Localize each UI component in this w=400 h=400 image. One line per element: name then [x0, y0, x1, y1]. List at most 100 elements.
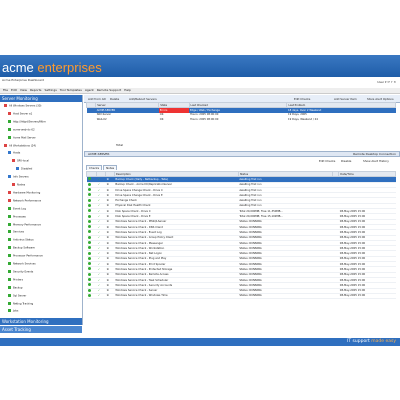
menu-item-reports[interactable]: Reports: [30, 88, 42, 93]
add-server-item-button[interactable]: Add Server Item: [334, 97, 357, 101]
sidebar-tree-item[interactable]: SRV-local: [12, 159, 29, 163]
brand-logo: acme enterprises: [2, 60, 102, 75]
tree-item-label: Printers: [13, 278, 23, 282]
tree-item-label: Processes: [13, 215, 26, 219]
window-controls[interactable]: User ▾ ⟳ ? ✕: [377, 80, 396, 84]
menu-item-agent[interactable]: Agent: [85, 88, 94, 93]
details-link-edit-checks[interactable]: Edit Checks: [319, 159, 335, 163]
sidebar-tree-item[interactable]: All Windows Servers (30): [4, 104, 41, 108]
tree-item-label: Event Log: [13, 207, 26, 211]
check-status-icon: [87, 219, 91, 223]
status-icon: [8, 127, 11, 131]
sidebar-tree-item[interactable]: Security Events: [8, 269, 34, 274]
sidebar-tree-item[interactable]: Memory Performance: [8, 222, 41, 226]
tree-item-label: SRV-local: [17, 159, 29, 163]
details-tabs: Checks Notes: [86, 165, 118, 170]
delete-button[interactable]: Delete: [110, 97, 119, 101]
menu-item-remote-support[interactable]: Remote Support: [97, 88, 121, 93]
tree-item-label: Host Server a1: [13, 112, 33, 116]
status-icon: [8, 111, 11, 115]
check-status-icon: [87, 182, 91, 186]
sidebar-tree-item[interactable]: Netlog Tracking: [8, 301, 33, 305]
sidebar-header[interactable]: Server Monitoring: [0, 95, 82, 102]
status-icon: [8, 198, 11, 202]
check-status-icon: [87, 272, 91, 276]
status-icon: [12, 183, 15, 186]
tab-checks[interactable]: Checks: [86, 165, 103, 170]
menu-item-tool-templates[interactable]: Tool Templates: [60, 88, 82, 93]
sidebar-tree-item[interactable]: Network Performance: [8, 198, 42, 203]
status-icon: [8, 301, 11, 305]
sidebar-tree-item[interactable]: Services: [8, 230, 24, 234]
status-icon: [8, 262, 11, 265]
check-status-icon: [87, 267, 91, 271]
sidebar-tree-item[interactable]: All Workstations (24): [4, 143, 37, 147]
sidebar-tree-item[interactable]: Disabled: [16, 167, 32, 171]
sidebar-tree-item[interactable]: Processor Performance: [8, 254, 43, 258]
sidebar-workstation-monitoring[interactable]: Workstation Monitoring: [0, 318, 82, 325]
table-cell: 19 Days, Weekend / 24: [287, 117, 318, 121]
sidebar-asset-tracking[interactable]: Asset Tracking: [0, 326, 82, 333]
status-icon: [8, 206, 11, 210]
edit-checks-button[interactable]: Edit Checks: [294, 97, 310, 101]
sidebar-tree-item[interactable]: Host Server a1: [8, 111, 33, 116]
sidebar-tree-item[interactable]: Network Services: [8, 262, 36, 266]
tree-item-label: http://httpd/Servers/Ntlm: [13, 120, 46, 124]
details-link-disable[interactable]: Disable: [341, 159, 351, 163]
menu-item-edit[interactable]: Edit: [11, 88, 17, 93]
tree-item-label: All Windows Servers (30): [9, 104, 42, 108]
add-reboot-button[interactable]: Add/Reboot Servers: [129, 97, 157, 101]
add-from-ad-button[interactable]: Add from AD: [88, 97, 106, 101]
sidebar-tree-item[interactable]: Hardware Monitoring: [8, 190, 40, 194]
sidebar-tree-item[interactable]: Backup Software: [8, 246, 35, 250]
details-pane-header: ACME-SERVER Remote Desktop Connection: [84, 151, 400, 157]
menu-item-help[interactable]: Help: [124, 88, 131, 93]
table-cell: [86, 293, 97, 300]
tree-item-label: Acme Mail Server: [13, 136, 36, 140]
table-cell: Status: RUNNING: [238, 293, 333, 300]
sidebar-tree-item[interactable]: Acme Mail Server: [8, 135, 36, 140]
menu-item-file[interactable]: File: [3, 88, 8, 93]
tree-item-label: Network Performance: [13, 199, 42, 203]
sidebar-tree-item[interactable]: Nodes: [12, 183, 25, 187]
status-icon: [8, 135, 11, 139]
tab-notes[interactable]: Notes: [103, 165, 118, 170]
tree-item-label: acme-web-dc-02: [13, 128, 35, 132]
sidebar-tree-item[interactable]: Jobs: [8, 309, 18, 313]
footer-band: [0, 338, 400, 346]
check-status-icon: [87, 246, 91, 250]
sidebar-tree-item[interactable]: Event Log: [8, 206, 26, 211]
table-cell: [87, 117, 96, 121]
check-status-icon: [87, 225, 91, 229]
details-link-show-alert-history[interactable]: Show Alert History: [363, 159, 389, 163]
store-alert-options-button[interactable]: Store Alert Options: [367, 97, 394, 101]
tree-item-label: Info Servers: [13, 175, 29, 179]
tree-item-label: All Workstations (24): [9, 144, 37, 147]
sidebar-tree-item[interactable]: Backup: [8, 285, 23, 290]
sidebar-tree-item[interactable]: acme-web-dc-02: [8, 127, 35, 132]
check-row[interactable]: ✓ ⚙ Windows Service Check - Windows Time St…: [86, 293, 396, 300]
server-grid: Server State Last Checked Last Problem ACME-…: [85, 101, 396, 121]
sidebar-tree-item[interactable]: Antivirus Status: [8, 238, 34, 242]
tree-item-label: Network Services: [13, 262, 36, 266]
menu-item-settings[interactable]: Settings: [44, 88, 56, 93]
gear-icon: ⚙: [105, 293, 115, 300]
tree-item-label: Backup: [13, 286, 23, 290]
menu-item-view[interactable]: View: [20, 88, 27, 93]
sidebar-tree-item[interactable]: Sql Server: [8, 293, 26, 297]
tagline: IT support made easy: [347, 339, 396, 344]
tree-item-label: Security Events: [13, 270, 34, 274]
tree-item-label: Backup Software: [13, 246, 35, 250]
status-icon: [8, 190, 11, 194]
sidebar-tree-item[interactable]: http://httpd/Servers/Ntlm: [8, 119, 46, 124]
sidebar-tree-item[interactable]: Printers: [8, 277, 23, 282]
table-row[interactable]: Web-02 OK Hours: 2005 08:00:00 19 Days, Wee…: [87, 117, 396, 121]
check-status-icon: [87, 241, 91, 244]
sidebar-tree-item[interactable]: Hosts: [8, 151, 20, 155]
status-icon: [12, 159, 15, 163]
sidebar-tree-item[interactable]: Processes: [8, 214, 26, 219]
check-status-icon: [87, 283, 91, 287]
check-status-icon: [87, 188, 91, 192]
remote-desktop-link[interactable]: Remote Desktop Connection: [353, 152, 396, 157]
sidebar-tree-item[interactable]: Info Servers: [8, 175, 29, 179]
